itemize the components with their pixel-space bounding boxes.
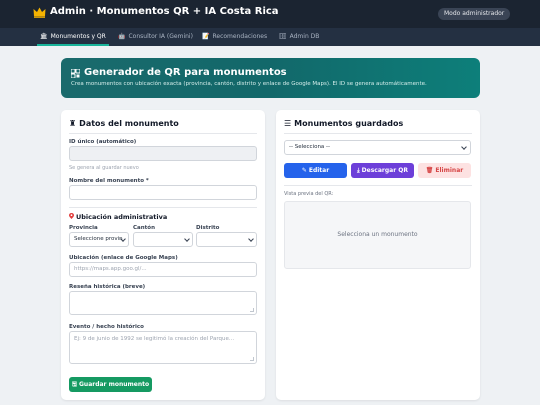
- tab-label: Admin DB: [289, 33, 320, 40]
- form-title-text: Datos del monumento: [79, 119, 179, 128]
- history-label: Reseña histórica (breve): [69, 284, 146, 290]
- id-label: ID único (automático): [69, 139, 137, 145]
- event-label: Evento / hecho histórico: [69, 324, 144, 330]
- tab-monumentos[interactable]: 🏛 Monumentos y QR: [37, 28, 109, 46]
- tab-recomendaciones[interactable]: 📝 Recomendaciones: [202, 28, 267, 46]
- save-monument-button[interactable]: 🖫 Guardar monumento: [69, 377, 152, 392]
- province-select-value: Seleccione provin: [74, 236, 123, 242]
- hero-banner: Generador de QR para monumentos Crea mon…: [61, 58, 480, 98]
- tab-label: Consultor IA (Gemini): [128, 33, 193, 40]
- history-textarea[interactable]: [69, 291, 257, 315]
- tab-admin-db[interactable]: 🗄 Admin DB: [279, 28, 319, 46]
- landmark-icon: 🏛: [40, 33, 48, 40]
- resize-handle-icon[interactable]: [250, 357, 254, 361]
- edit-label: Editar: [308, 167, 330, 174]
- divider: [69, 207, 257, 208]
- hero-title: Generador de QR para monumentos: [84, 67, 287, 78]
- app-title: Admin · Monumentos QR + IA Costa Rica: [50, 6, 279, 17]
- tab-label: Recomendaciones: [212, 33, 268, 40]
- divider: [69, 133, 257, 134]
- admin-location-heading: Ubicación administrativa: [76, 213, 168, 221]
- robot-icon: 🤖: [118, 33, 126, 40]
- saved-title: ☰ Monumentos guardados: [284, 119, 403, 128]
- qr-label: Descargar QR: [361, 167, 408, 174]
- save-label: Guardar monumento: [79, 381, 150, 388]
- district-label: Distrito: [196, 225, 220, 231]
- saved-title-text: Monumentos guardados: [294, 119, 404, 128]
- list-icon: ☰: [284, 119, 292, 128]
- tab-label: Monumentos y QR: [50, 33, 106, 40]
- pencil-icon: ✎: [301, 167, 307, 174]
- maps-url-field[interactable]: https://maps.app.goo.gl/...: [69, 262, 257, 277]
- hero-subtitle: Crea monumentos con ubicación exacta (pr…: [71, 81, 427, 87]
- saved-monuments-card: ☰ Monumentos guardados -- Selecciona -- ✎…: [276, 110, 480, 400]
- nav-bar: 🏛 Monumentos y QR 🤖 Consultor IA (Gemini) …: [0, 28, 540, 46]
- monument-select[interactable]: -- Selecciona --: [284, 140, 471, 155]
- trash-icon: 🗑: [425, 167, 434, 174]
- id-field[interactable]: [69, 146, 257, 161]
- delete-button[interactable]: 🗑 Eliminar: [418, 163, 471, 178]
- monument-form-card: ♜ Datos del monumento ID único (automátic…: [61, 110, 265, 400]
- monument-select-value: -- Selecciona --: [289, 144, 331, 150]
- qr-preview: Selecciona un monumento: [284, 201, 471, 269]
- preview-empty-text: Selecciona un monumento: [337, 231, 418, 238]
- database-icon: 🗄: [279, 33, 287, 40]
- crown-icon: [33, 7, 46, 18]
- event-textarea[interactable]: Ej: 9 de junio de 1992 se legitimó la cr…: [69, 331, 257, 364]
- location-pin-icon: [69, 213, 74, 219]
- delete-label: Eliminar: [435, 167, 464, 174]
- mode-badge: Modo administrador: [438, 8, 511, 20]
- maps-label: Ubicación (enlace de Google Maps): [69, 255, 178, 261]
- download-qr-button[interactable]: ⤓ Descargar QR: [351, 163, 414, 178]
- qr-grid-icon: [71, 69, 80, 78]
- canton-label: Cantón: [133, 225, 155, 231]
- province-label: Provincia: [69, 225, 98, 231]
- edit-button[interactable]: ✎ Editar: [284, 163, 347, 178]
- id-hint: Se genera al guardar nuevo: [69, 165, 139, 171]
- preview-label: Vista previa del QR:: [284, 191, 334, 197]
- divider: [284, 185, 472, 186]
- top-bar: Admin · Monumentos QR + IA Costa Rica Mo…: [0, 0, 540, 28]
- tab-consultor-ia[interactable]: 🤖 Consultor IA (Gemini): [118, 28, 193, 46]
- download-icon: ⤓: [357, 167, 360, 174]
- divider: [284, 133, 472, 134]
- name-label: Nombre del monumento *: [69, 178, 149, 184]
- floppy-disk-icon: 🖫: [71, 381, 77, 388]
- monument-icon: ♜: [69, 119, 77, 128]
- form-title: ♜ Datos del monumento: [69, 119, 179, 128]
- name-field[interactable]: [69, 185, 257, 200]
- notepad-icon: 📝: [202, 33, 210, 40]
- resize-handle-icon[interactable]: [250, 308, 254, 312]
